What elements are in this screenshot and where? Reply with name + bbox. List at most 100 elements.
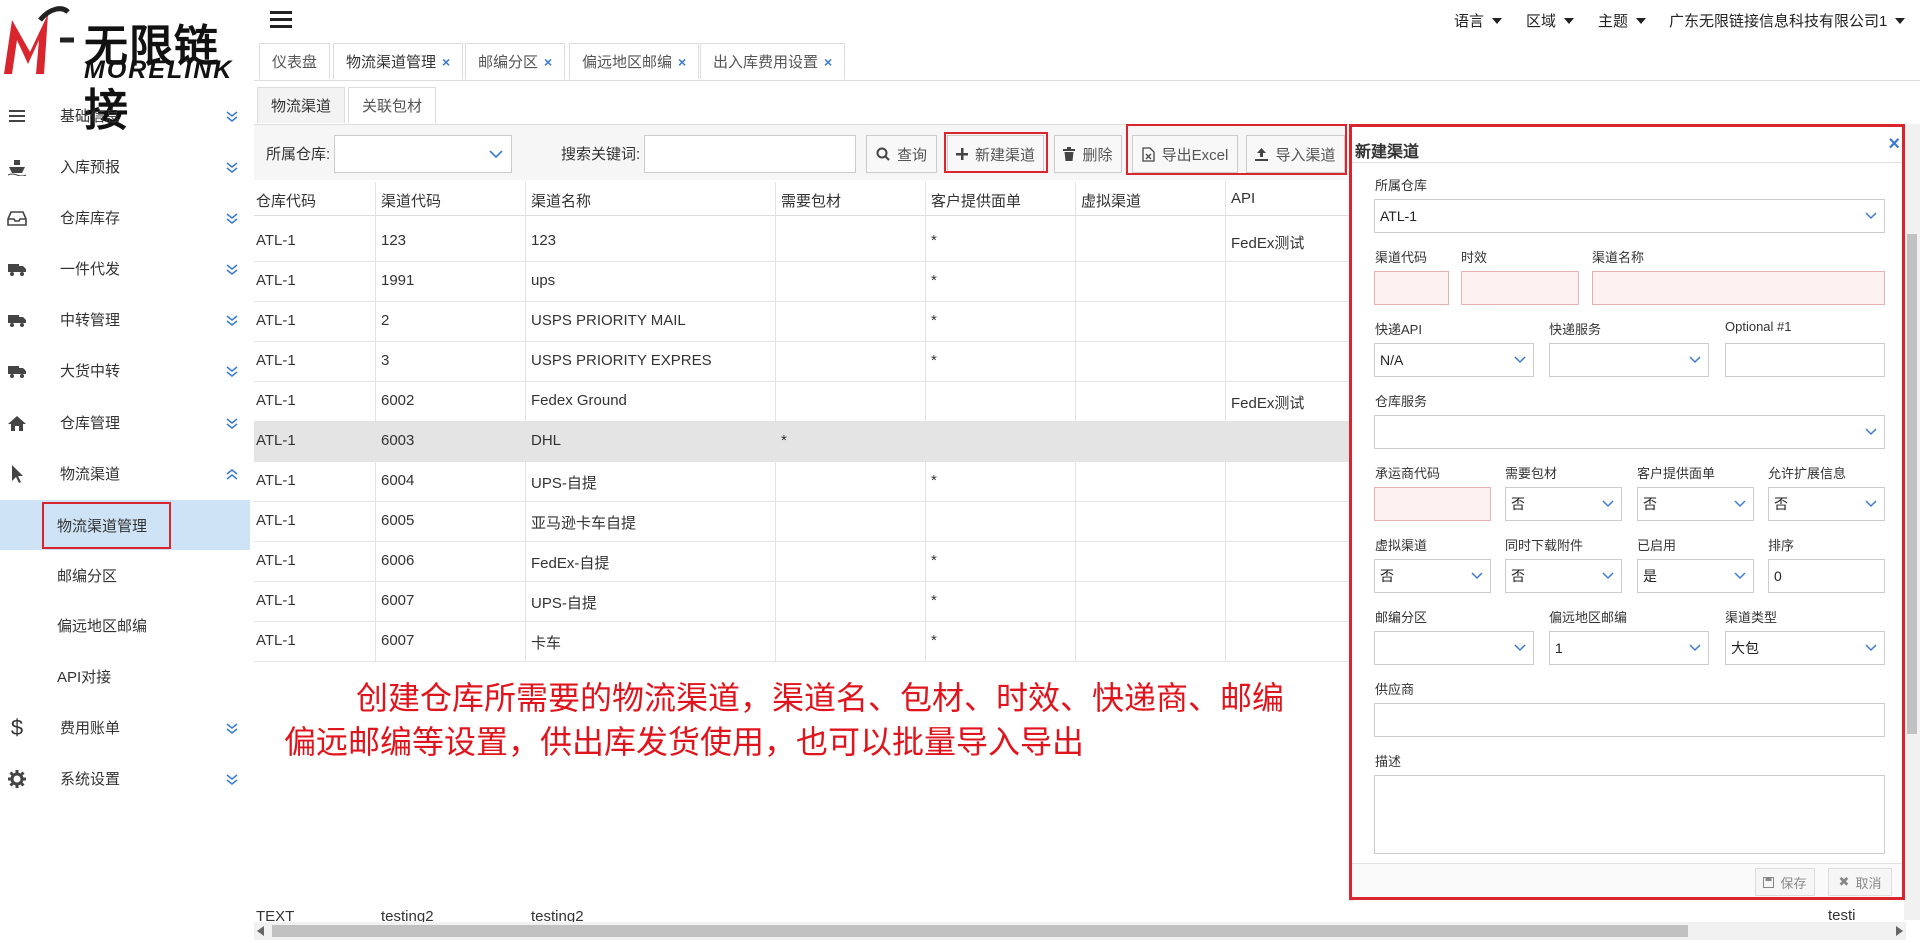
keyword-input[interactable] xyxy=(644,135,856,173)
express-api-select[interactable]: N/A xyxy=(1374,343,1534,377)
allow-ext-select[interactable]: 否 xyxy=(1768,487,1885,521)
scrollbar-thumb[interactable] xyxy=(272,925,1688,937)
horizontal-scrollbar[interactable] xyxy=(254,922,1906,940)
sidebar-item-label: 大货中转 xyxy=(60,363,121,380)
need-packaging-select[interactable]: 否 xyxy=(1505,487,1622,521)
close-icon[interactable]: × xyxy=(678,54,686,70)
table-row[interactable]: ATL-1 6003 DHL * xyxy=(254,422,1354,462)
column-header[interactable]: 需要包材 xyxy=(781,190,841,211)
warehouse-filter-select[interactable] xyxy=(334,135,512,173)
tab-channel-management[interactable]: 物流渠道管理 × xyxy=(333,43,464,79)
supplier-input[interactable] xyxy=(1374,703,1885,737)
sidebar-item-logistics-channel[interactable]: 物流渠道 xyxy=(0,448,250,499)
table-row[interactable]: ATL-1 6007 卡车 * xyxy=(254,622,1354,662)
customer-label-value: 否 xyxy=(1643,496,1657,512)
subtab-related-packaging[interactable]: 关联包材 xyxy=(348,87,437,123)
table-cell: * xyxy=(931,352,937,369)
table-cell: ATL-1 xyxy=(256,592,296,609)
table-cell: 123 xyxy=(531,232,557,249)
hamburger-menu-icon[interactable] xyxy=(270,9,292,29)
tab-fee-settings[interactable]: 出入库费用设置 × xyxy=(700,43,846,79)
optional1-input[interactable] xyxy=(1725,343,1885,377)
zip-zone-select[interactable] xyxy=(1374,631,1534,665)
scrollbar-thumb[interactable] xyxy=(1907,234,1917,734)
table-row[interactable]: ATL-1 6005 亚马逊卡车自提 xyxy=(254,502,1354,542)
table-row[interactable]: ATL-1 6007 UPS-自提 * xyxy=(254,582,1354,622)
table-row[interactable]: ATL-1 6002 Fedex Ground FedEx测试 xyxy=(254,382,1354,422)
tab-dashboard[interactable]: 仪表盘 xyxy=(259,43,331,79)
sort-input[interactable]: 0 xyxy=(1768,559,1885,593)
table-cell: testing2 xyxy=(531,908,584,922)
table-row[interactable]: ATL-1 6006 FedEx-自提 * xyxy=(254,542,1354,582)
column-header[interactable]: 虚拟渠道 xyxy=(1081,190,1141,211)
sidebar-item-dropshipping[interactable]: 一件代发 xyxy=(0,243,250,294)
channel-name-input[interactable] xyxy=(1592,271,1885,305)
subtab-logistics-channel[interactable]: 物流渠道 xyxy=(257,87,346,123)
table-cell: USPS PRIORITY EXPRES xyxy=(531,352,712,369)
table-row[interactable]: ATL-1 2 USPS PRIORITY MAIL * xyxy=(254,302,1354,342)
close-icon[interactable]: × xyxy=(824,54,832,70)
theme-menu[interactable]: 主题 xyxy=(1598,10,1647,31)
sort-value: 0 xyxy=(1774,568,1782,584)
table-cell: Fedex Ground xyxy=(531,392,627,409)
save-icon xyxy=(1763,876,1775,888)
tab-divider xyxy=(254,80,1920,81)
sidebar-item-basic-info[interactable]: 基础信息 xyxy=(0,90,250,141)
ship-icon xyxy=(7,157,27,177)
column-header[interactable]: 仓库代码 xyxy=(256,190,316,211)
tab-zip-zone[interactable]: 邮编分区 × xyxy=(465,43,566,79)
close-icon[interactable]: × xyxy=(544,54,552,70)
company-menu[interactable]: 广东无限链接信息科技有限公司1 xyxy=(1669,10,1906,31)
sidebar-subitem-api[interactable]: API对接 xyxy=(0,651,250,701)
arrow-right-icon[interactable] xyxy=(1895,926,1903,936)
channel-code-input[interactable] xyxy=(1374,271,1449,305)
sidebar-subitem-remote-zip[interactable]: 偏远地区邮编 xyxy=(0,600,250,650)
sidebar-item-billing[interactable]: $ 费用账单 xyxy=(0,702,250,753)
sidebar-item-warehouse-management[interactable]: 仓库管理 xyxy=(0,397,250,448)
sidebar-subitem-zip-zone[interactable]: 邮编分区 xyxy=(0,550,250,600)
sidebar-item-system-settings[interactable]: 系统设置 xyxy=(0,753,250,804)
carrier-code-input[interactable] xyxy=(1374,487,1491,521)
close-icon[interactable]: × xyxy=(1888,133,1900,156)
sidebar-item-transfer-management[interactable]: 中转管理 xyxy=(0,294,250,345)
warehouse-select[interactable]: ATL-1 xyxy=(1374,199,1885,233)
express-service-select[interactable] xyxy=(1549,343,1709,377)
chevron-down-icon xyxy=(226,161,238,173)
column-header[interactable]: 渠道代码 xyxy=(381,190,441,211)
delete-button[interactable]: 删除 xyxy=(1054,135,1122,173)
table-row[interactable]: TEXT testing2 testing2 xyxy=(254,900,1354,922)
customer-label-select[interactable]: 否 xyxy=(1637,487,1754,521)
close-icon[interactable]: × xyxy=(442,54,450,70)
save-button[interactable]: 保存 xyxy=(1755,868,1815,896)
remote-zip-select[interactable]: 1 xyxy=(1549,631,1709,665)
highlight-box xyxy=(42,502,171,549)
sidebar-item-inbound-forecast[interactable]: 入库预报 xyxy=(0,141,250,192)
sidebar-item-warehouse-stock[interactable]: 仓库库存 xyxy=(0,192,250,243)
table-cell: ATL-1 xyxy=(256,392,296,409)
table-row[interactable]: ATL-1 123 123 * FedEx测试 xyxy=(254,222,1354,262)
warehouse-service-select[interactable] xyxy=(1374,415,1885,449)
column-header[interactable]: 客户提供面单 xyxy=(931,190,1021,211)
enabled-select[interactable]: 是 xyxy=(1637,559,1754,593)
table-row[interactable]: ATL-1 3 USPS PRIORITY EXPRES * xyxy=(254,342,1354,382)
tab-remote-zip[interactable]: 偏远地区邮编 × xyxy=(569,43,700,79)
language-menu[interactable]: 语言 xyxy=(1454,10,1503,31)
sidebar-item-label: 仓库管理 xyxy=(60,415,121,432)
table-row[interactable]: ATL-1 1991 ups * xyxy=(254,262,1354,302)
cancel-button[interactable]: ✖ 取消 xyxy=(1828,868,1892,896)
chevron-down-icon xyxy=(1689,644,1701,652)
region-menu[interactable]: 区域 xyxy=(1526,10,1575,31)
channel-type-select[interactable]: 大包 xyxy=(1725,631,1885,665)
download-attach-select[interactable]: 否 xyxy=(1505,559,1622,593)
arrow-left-icon[interactable] xyxy=(257,926,265,936)
table-row[interactable]: ATL-1 6004 UPS-自提 * xyxy=(254,462,1354,502)
sidebar-item-bulk-transfer[interactable]: 大货中转 xyxy=(0,345,250,396)
description-textarea[interactable] xyxy=(1374,775,1885,854)
query-button[interactable]: 查询 xyxy=(866,135,937,173)
column-header[interactable]: API xyxy=(1231,190,1255,207)
vertical-scrollbar[interactable] xyxy=(1904,124,1920,920)
timeliness-input[interactable] xyxy=(1461,271,1579,305)
channel-name-label: 渠道名称 xyxy=(1592,250,1645,265)
virtual-channel-select[interactable]: 否 xyxy=(1374,559,1491,593)
column-header[interactable]: 渠道名称 xyxy=(531,190,591,211)
